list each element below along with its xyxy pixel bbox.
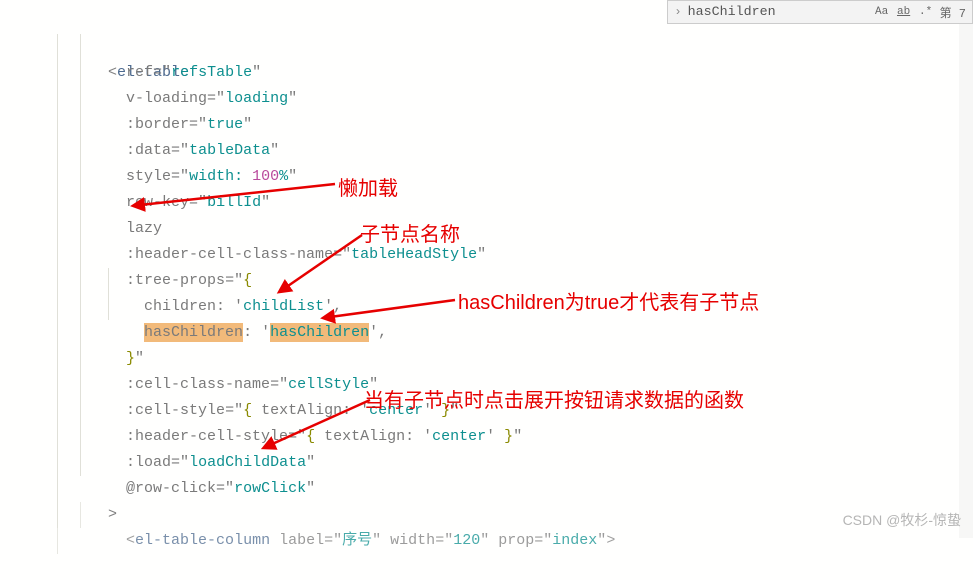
code-line: :load="loadChildData" [0, 424, 973, 450]
chevron-right-icon[interactable]: › [674, 5, 681, 19]
code-line: :tree-props="{ [0, 242, 973, 268]
code-line: <el-table-column label="序号" width="120" … [0, 502, 973, 528]
search-result-count: 第 7 [940, 4, 966, 21]
annotation-lazy: 懒加载 [338, 172, 398, 201]
code-line: :border="true" [0, 86, 973, 112]
whole-word-icon[interactable]: ab [896, 4, 912, 20]
code-line: :header-cell-class-name="tableHeadStyle" [0, 216, 973, 242]
find-replace-bar[interactable]: › Aa ab .* 第 7 [667, 0, 973, 24]
annotation-childname: 子节点名称 [360, 218, 460, 247]
search-input[interactable] [688, 5, 868, 20]
annotation-loadfn: 当有子节点时点击展开按钮请求数据的函数 [364, 384, 744, 413]
watermark: CSDN @牧杉-惊蛰 [843, 510, 961, 530]
code-editor[interactable]: <el-table ref="refsTable" v-loading="loa… [0, 0, 973, 528]
regex-icon[interactable]: .* [918, 4, 934, 20]
code-line: style="width: 100%" [0, 138, 973, 164]
code-line: :data="tableData" [0, 112, 973, 138]
code-line: lazy [0, 190, 973, 216]
code-line: row-key="billId" [0, 164, 973, 190]
case-sensitive-icon[interactable]: Aa [874, 4, 890, 20]
code-line: ref="refsTable" [0, 34, 973, 60]
annotation-haschildren: hasChildren为true才代表有子节点 [458, 286, 759, 315]
code-line: v-loading="loading" [0, 60, 973, 86]
code-line: }" [0, 320, 973, 346]
code-line: > [0, 476, 973, 502]
code-line: @row-click="rowClick" [0, 450, 973, 476]
code-line: :cell-class-name="cellStyle" [0, 346, 973, 372]
